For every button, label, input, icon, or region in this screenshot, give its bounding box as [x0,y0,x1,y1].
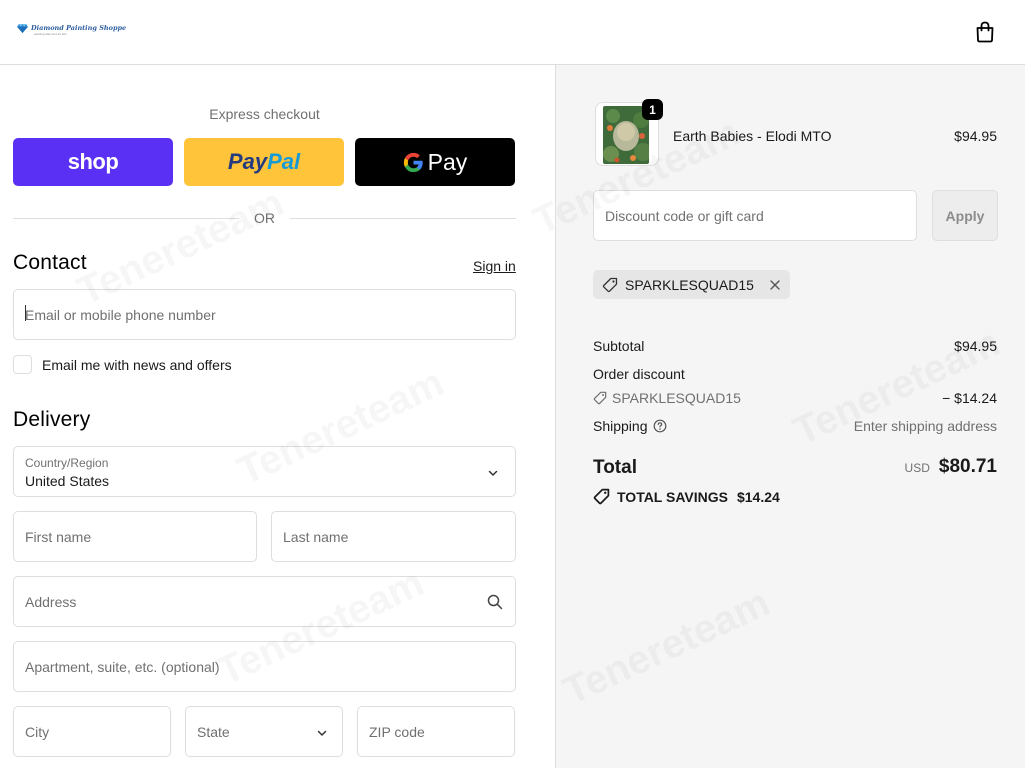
text-cursor [25,305,26,321]
tag-icon [602,277,618,292]
city-wrapper [13,706,171,757]
tag-icon [593,488,610,505]
country-select[interactable]: Country/Region United States [13,446,516,497]
help-circle-icon[interactable] [653,419,667,433]
brand-tagline: painting diamond art kits [34,32,67,36]
chevron-down-icon [488,470,498,476]
state-label: State [197,724,230,740]
or-label: OR [254,210,275,226]
address-wrapper [13,576,516,627]
paypal-button[interactable]: PayPal [184,138,344,186]
address-field[interactable] [14,577,515,626]
total-value-group: USD $80.71 [905,456,997,478]
last-name-wrapper [271,511,516,562]
delivery-title: Delivery [13,408,91,431]
product-price: $94.95 [954,128,997,144]
or-divider: OR [13,210,516,226]
search-icon [487,594,503,610]
quantity-badge: 1 [642,99,663,120]
shopping-bag-icon [976,21,994,43]
applied-code-label: SPARKLESQUAD15 [625,276,754,293]
news-offers-checkbox[interactable] [13,355,32,374]
country-value: United States [25,473,110,489]
subtotal-label: Subtotal [593,338,645,354]
diamond-icon [17,24,28,33]
contact-title: Contact [13,251,87,274]
header: Diamond Painting Shoppe painting diamond… [0,0,1025,65]
apartment-wrapper [13,641,516,692]
news-offers-label: Email me with news and offers [42,356,232,373]
google-pay-button[interactable]: Pay [355,138,515,186]
discount-code-row: SPARKLESQUAD15 [593,390,741,406]
shop-pay-label: shop [67,149,119,174]
order-discount-label: Order discount [593,366,685,382]
city-field[interactable] [14,707,170,756]
apartment-field[interactable] [14,642,515,691]
state-select[interactable]: State [185,706,343,757]
zip-wrapper [357,706,515,757]
google-g-icon [403,152,423,172]
discount-code-label: SPARKLESQUAD15 [612,390,741,406]
first-name-wrapper [13,511,257,562]
savings-amount: $14.24 [736,488,780,505]
last-name-field[interactable] [272,512,515,561]
email-field[interactable] [14,290,515,339]
email-field-wrapper [13,289,516,340]
apply-button[interactable]: Apply [932,190,998,241]
total-currency: USD [904,461,930,475]
total-savings: TOTAL SAVINGS $14.24 [593,488,780,505]
shop-pay-button[interactable]: shop [13,138,173,186]
express-checkout-title: Express checkout [209,106,320,122]
savings-label: TOTAL SAVINGS [617,488,728,505]
shipping-value: Enter shipping address [853,418,997,434]
chevron-down-icon [317,730,327,736]
tag-icon [593,391,607,405]
country-label: Country/Region [25,456,109,470]
discount-value: − $14.24 [942,390,997,406]
order-summary: 1 Earth Babies - Elodi MTO $94.95 Apply … [555,65,1025,768]
news-offers-option[interactable]: Email me with news and offers [13,355,232,374]
first-name-field[interactable] [14,512,256,561]
close-icon [770,279,780,290]
shipping-row: Shipping [593,418,667,434]
google-pay-label: Pay [427,148,468,175]
checkout-main: Express checkout shop PayPal Pay OR Cont… [0,65,555,768]
cart-button[interactable] [972,19,998,45]
zip-field[interactable] [358,707,514,756]
brand-logo[interactable]: Diamond Painting Shoppe painting diamond… [17,24,126,36]
product-name: Earth Babies - Elodi MTO [673,128,832,144]
paypal-logo: PayPal [227,149,301,174]
subtotal-value: $94.95 [954,338,997,354]
remove-code-button[interactable] [769,279,781,291]
applied-code-chip: SPARKLESQUAD15 [593,270,790,299]
total-label: Total [593,457,637,478]
discount-code-field[interactable] [594,191,916,240]
total-amount: $80.71 [938,456,997,477]
sign-in-link[interactable]: Sign in [473,258,516,274]
discount-field-wrapper [593,190,917,241]
watermark: Tenereteam [557,580,777,714]
shipping-label: Shipping [593,418,648,434]
brand-name: Diamond Painting Shoppe [31,24,127,32]
